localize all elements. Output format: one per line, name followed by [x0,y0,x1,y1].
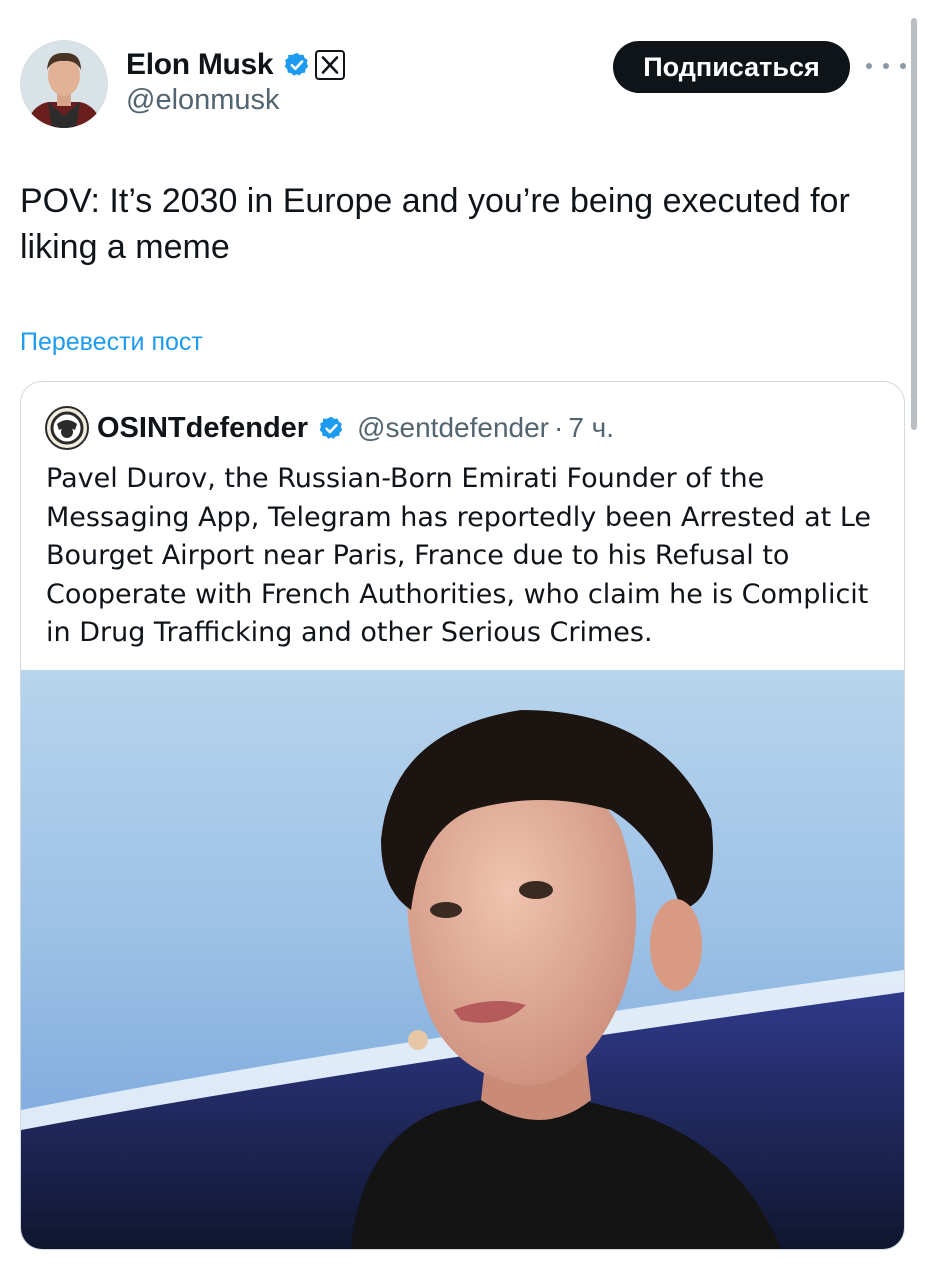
quoted-author-avatar[interactable] [45,406,89,450]
quoted-timestamp[interactable]: 7 ч. [568,412,614,444]
more-options-icon[interactable] [866,52,906,80]
quoted-tweet[interactable]: OSINTdefender @sentdefender · 7 ч. Pavel… [20,381,905,1250]
author-handle[interactable]: @elonmusk [126,84,280,117]
translate-post-link[interactable]: Перевести пост [20,328,203,357]
scrollbar[interactable] [911,18,917,430]
quoted-author-handle[interactable]: @sentdefender [357,412,549,444]
quoted-image[interactable] [21,670,904,1249]
separator-dot: · [553,412,564,443]
post-text: POV: It’s 2030 in Europe and you’re bein… [20,182,850,266]
author-line: Elon Musk [126,44,346,86]
x-logo-icon [315,50,346,80]
quoted-author-name[interactable]: OSINTdefender [97,412,308,445]
quoted-text: Pavel Durov, the Russian-Born Emirati Fo… [46,463,872,649]
author-name[interactable]: Elon Musk [126,48,274,82]
author-avatar[interactable] [20,40,108,128]
follow-button[interactable]: Подписаться [613,41,850,93]
verified-badge-icon [319,416,343,439]
quoted-header: OSINTdefender @sentdefender · 7 ч. [97,408,614,448]
verified-badge-icon [285,52,309,76]
